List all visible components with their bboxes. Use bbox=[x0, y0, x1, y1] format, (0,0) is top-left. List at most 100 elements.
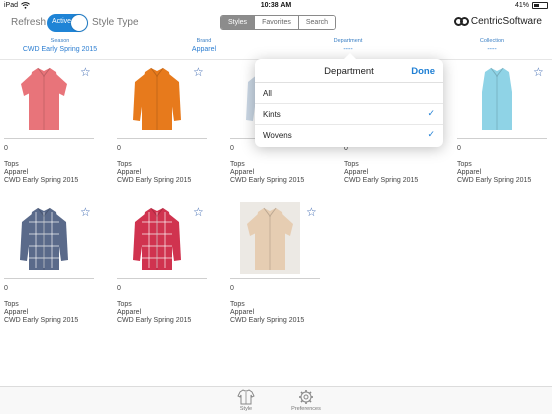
tab-style[interactable]: Style bbox=[221, 389, 271, 412]
product-brand: Apparel bbox=[117, 169, 142, 176]
product-season: CWD Early Spring 2015 bbox=[4, 317, 79, 324]
logo-mark-icon bbox=[453, 17, 469, 26]
product-card[interactable]: ☆ 0 Tops Apparel CWD Early Spring 2015 bbox=[0, 62, 110, 187]
view-segmented-control: Styles Favorites Search bbox=[220, 15, 337, 30]
active-toggle[interactable]: Active bbox=[47, 14, 88, 32]
product-count: 0 bbox=[4, 145, 8, 152]
product-details: Tops Apparel CWD Early Spring 2015 bbox=[4, 161, 78, 185]
filter-value: CWD Early Spring 2015 bbox=[22, 46, 98, 53]
app-window: iPad 10:38 AM 41% Refresh Active Style T… bbox=[0, 0, 552, 414]
divider bbox=[457, 138, 547, 139]
tab-label: Style bbox=[239, 406, 253, 412]
favorite-star-icon[interactable]: ☆ bbox=[80, 66, 91, 78]
shirt-image bbox=[21, 67, 67, 130]
product-season: CWD Early Spring 2015 bbox=[4, 177, 79, 184]
shirt-image bbox=[133, 207, 181, 270]
refresh-button[interactable]: Refresh bbox=[11, 17, 46, 28]
filter-bar: Season CWD Early Spring 2015 Brand Appar… bbox=[0, 36, 552, 60]
product-brand: Apparel bbox=[230, 169, 255, 176]
product-card[interactable]: ☆ 0 Tops Apparel CWD Early Spring 2015 bbox=[0, 202, 110, 327]
product-image[interactable] bbox=[467, 62, 527, 134]
product-count: 0 bbox=[457, 145, 461, 152]
bottom-tab-bar: Style Preferences bbox=[0, 386, 552, 414]
centric-logo: CentricSoftware bbox=[453, 16, 542, 27]
segment-search[interactable]: Search bbox=[297, 16, 336, 29]
shirt-icon bbox=[237, 389, 255, 405]
battery-icon bbox=[532, 2, 548, 9]
filter-season[interactable]: Season CWD Early Spring 2015 bbox=[0, 38, 120, 53]
product-card[interactable]: ☆ 0 Tops Apparel CWD Early Spring 2015 bbox=[453, 62, 552, 187]
product-brand: Apparel bbox=[117, 309, 142, 316]
style-type-button[interactable]: Style Type bbox=[92, 17, 139, 28]
product-details: Tops Apparel CWD Early Spring 2015 bbox=[344, 161, 418, 185]
divider bbox=[117, 278, 207, 279]
status-right: 41% bbox=[515, 2, 548, 9]
department-popover: Department Done All Kints ✓ Wovens ✓ bbox=[255, 53, 443, 147]
gear-icon bbox=[299, 390, 313, 404]
filter-value: ---- bbox=[343, 46, 353, 53]
favorite-star-icon[interactable]: ☆ bbox=[193, 66, 204, 78]
product-category: Tops bbox=[230, 161, 245, 168]
product-season: CWD Early Spring 2015 bbox=[230, 177, 305, 184]
product-season: CWD Early Spring 2015 bbox=[344, 177, 419, 184]
product-category: Tops bbox=[344, 161, 359, 168]
option-all[interactable]: All bbox=[255, 83, 443, 104]
option-label: All bbox=[263, 89, 272, 98]
favorite-star-icon[interactable]: ☆ bbox=[193, 206, 204, 218]
product-image[interactable] bbox=[127, 62, 187, 134]
product-brand: Apparel bbox=[230, 309, 255, 316]
filter-department[interactable]: Department ---- bbox=[288, 38, 408, 53]
tab-preferences[interactable]: Preferences bbox=[281, 389, 331, 412]
product-image[interactable] bbox=[240, 202, 300, 274]
product-count: 0 bbox=[117, 285, 121, 292]
product-season: CWD Early Spring 2015 bbox=[457, 177, 532, 184]
filter-brand[interactable]: Brand Apparel bbox=[144, 38, 264, 53]
product-details: Tops Apparel CWD Early Spring 2015 bbox=[230, 301, 304, 325]
option-label: Kints bbox=[263, 110, 281, 119]
divider bbox=[4, 278, 94, 279]
segment-styles[interactable]: Styles bbox=[221, 16, 255, 29]
product-image[interactable] bbox=[14, 202, 74, 274]
product-count: 0 bbox=[117, 145, 121, 152]
toggle-knob bbox=[71, 15, 87, 31]
product-category: Tops bbox=[117, 161, 132, 168]
product-details: Tops Apparel CWD Early Spring 2015 bbox=[117, 161, 191, 185]
shirt-image bbox=[20, 207, 68, 270]
favorite-star-icon[interactable]: ☆ bbox=[306, 206, 317, 218]
done-button[interactable]: Done bbox=[411, 66, 435, 77]
product-season: CWD Early Spring 2015 bbox=[117, 317, 192, 324]
divider bbox=[230, 278, 320, 279]
product-card[interactable]: ☆ 0 Tops Apparel CWD Early Spring 2015 bbox=[113, 62, 223, 187]
filter-label: Brand bbox=[196, 38, 212, 44]
status-bar: iPad 10:38 AM 41% bbox=[0, 0, 552, 12]
shirt-image bbox=[482, 67, 512, 130]
product-brand: Apparel bbox=[4, 169, 29, 176]
product-count: 0 bbox=[230, 145, 234, 152]
product-image[interactable] bbox=[14, 62, 74, 134]
option-wovens[interactable]: Wovens ✓ bbox=[255, 125, 443, 146]
segment-favorites[interactable]: Favorites bbox=[254, 16, 298, 29]
product-image[interactable] bbox=[127, 202, 187, 274]
option-label: Wovens bbox=[263, 131, 292, 140]
favorite-star-icon[interactable]: ☆ bbox=[80, 206, 91, 218]
favorite-star-icon[interactable]: ☆ bbox=[533, 66, 544, 78]
product-season: CWD Early Spring 2015 bbox=[117, 177, 192, 184]
checkmark-icon: ✓ bbox=[427, 108, 435, 118]
product-category: Tops bbox=[4, 161, 19, 168]
filter-value: Apparel bbox=[191, 46, 217, 53]
tab-label: Preferences bbox=[291, 406, 321, 412]
product-card[interactable]: ☆ 0 Tops Apparel CWD Early Spring 2015 bbox=[226, 202, 336, 327]
product-details: Tops Apparel CWD Early Spring 2015 bbox=[230, 161, 304, 185]
product-card[interactable]: ☆ 0 Tops Apparel CWD Early Spring 2015 bbox=[113, 202, 223, 327]
filter-label: Collection bbox=[479, 38, 505, 44]
shirt-image bbox=[133, 67, 181, 130]
divider bbox=[117, 138, 207, 139]
option-kints[interactable]: Kints ✓ bbox=[255, 104, 443, 125]
filter-value: ---- bbox=[487, 46, 497, 53]
filter-collection[interactable]: Collection ---- bbox=[432, 38, 552, 53]
product-category: Tops bbox=[117, 301, 132, 308]
popover-header: Department Done bbox=[255, 59, 443, 83]
product-brand: Apparel bbox=[457, 169, 482, 176]
product-count: 0 bbox=[230, 285, 234, 292]
product-brand: Apparel bbox=[4, 309, 29, 316]
